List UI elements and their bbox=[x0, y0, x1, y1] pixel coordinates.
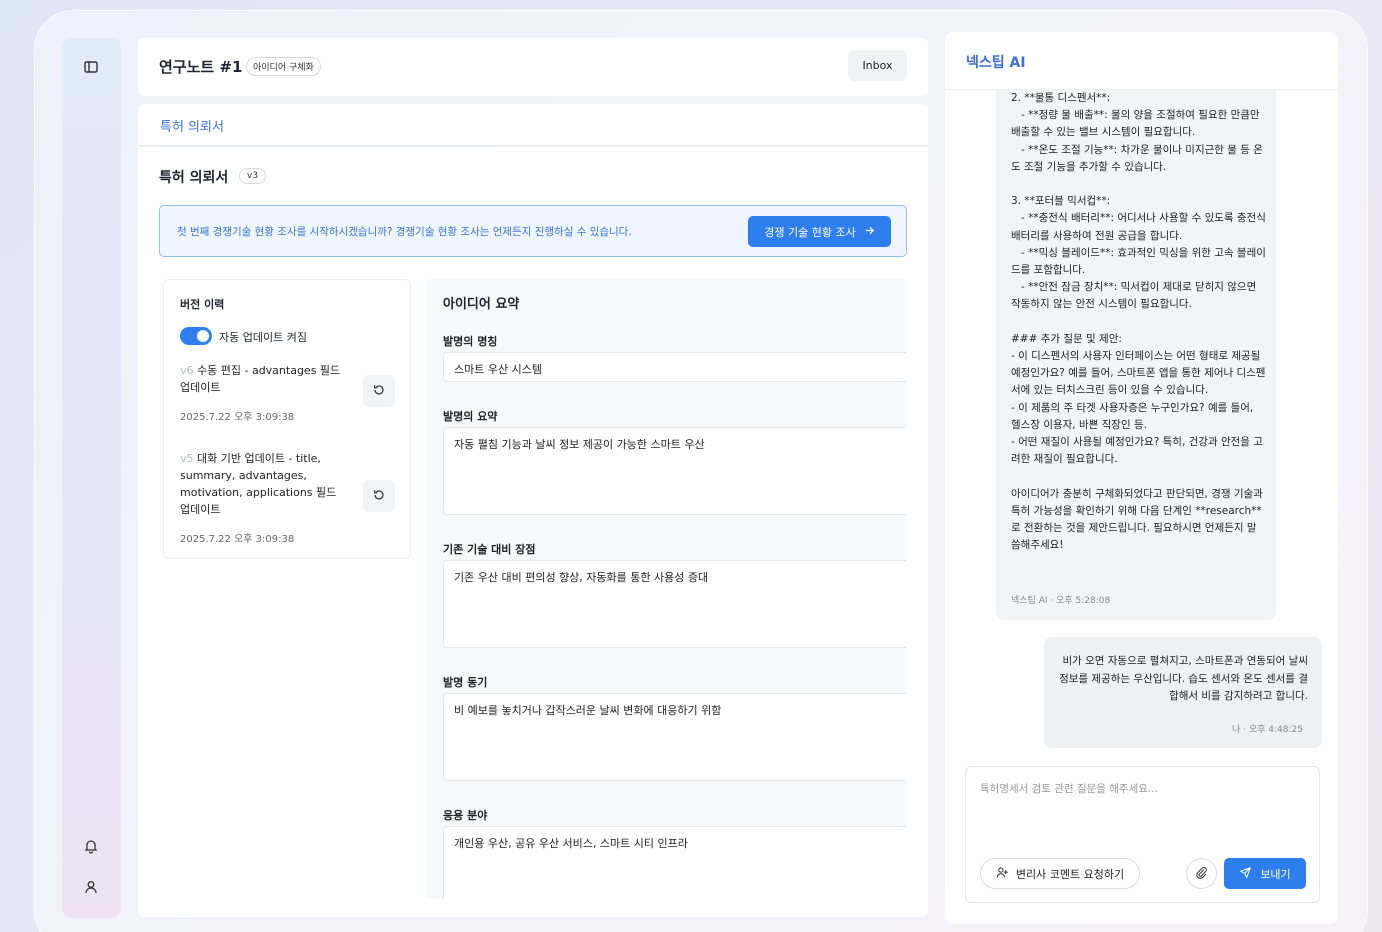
field-label-motivation: 발명 동기 bbox=[443, 676, 488, 689]
chat-title: 넥스팁 AI bbox=[966, 55, 1026, 71]
tab-bar: 특허 의뢰서 bbox=[138, 104, 928, 146]
ai-message-meta: 넥스팁 AI · 오후 5:28:08 bbox=[1011, 596, 1111, 606]
tab-patent-request[interactable]: 특허 의뢰서 bbox=[160, 116, 224, 135]
bell-icon[interactable] bbox=[83, 838, 101, 856]
competitive-research-button[interactable]: 경쟁 기술 현황 조사 bbox=[748, 216, 891, 247]
auto-update-label: 자동 업데이트 켜짐 bbox=[219, 331, 307, 344]
restore-version-button[interactable] bbox=[363, 375, 395, 407]
version-history-title: 버전 이력 bbox=[180, 298, 225, 311]
section-title: 특허 의뢰서 bbox=[159, 170, 229, 186]
paperclip-icon bbox=[1195, 866, 1208, 882]
field-label-applications: 응용 분야 bbox=[443, 809, 488, 822]
notice-text: 첫 번째 경쟁기술 현황 조사를 시작하시겠습니까? 경쟁기술 현황 조사는 언… bbox=[177, 226, 632, 238]
page-header: 연구노트 #1 아이디어 구체화 Inbox bbox=[138, 38, 928, 96]
motivation-field[interactable]: 비 예보를 놓치거나 갑작스러운 날씨 변화에 대응하기 위함 bbox=[443, 693, 906, 781]
notice-banner: 첫 번째 경쟁기술 현황 조사를 시작하시겠습니까? 경쟁기술 현황 조사는 언… bbox=[159, 205, 907, 257]
version-number: v6 bbox=[180, 364, 194, 377]
version-entry: v6 수동 편집 - advantages 필드 업데이트 bbox=[180, 362, 348, 396]
idea-summary-title: 아이디어 요약 bbox=[443, 297, 520, 312]
version-desc: 수동 편집 - advantages 필드 업데이트 bbox=[180, 364, 341, 394]
user-icon[interactable] bbox=[83, 879, 101, 897]
stage-badge: 아이디어 구체화 bbox=[246, 57, 321, 76]
field-label-summary: 발명의 요약 bbox=[443, 410, 498, 423]
restore-icon bbox=[372, 383, 386, 400]
user-message: 비가 오면 자동으로 펼쳐지고, 스마트폰과 연동되어 날씨 정보를 제공하는 … bbox=[1044, 637, 1322, 748]
user-message-text: 비가 오면 자동으로 펼쳐지고, 스마트폰과 연동되어 날씨 정보를 제공하는 … bbox=[1059, 655, 1308, 702]
inbox-button[interactable]: Inbox bbox=[848, 50, 907, 81]
version-number: v5 bbox=[180, 452, 194, 465]
ai-message: 2. **물통 디스펜서**: - **정량 물 배출**: 물의 양을 조절하… bbox=[996, 90, 1276, 620]
send-button[interactable]: 보내기 bbox=[1224, 858, 1306, 889]
version-time: 2025.7.22 오후 3:09:38 bbox=[180, 534, 295, 545]
ai-chat-panel: 넥스팁 AI 2. **물통 디스펜서**: - **정량 물 배출**: 물의… bbox=[945, 32, 1338, 924]
restore-version-button[interactable] bbox=[363, 480, 395, 512]
auto-update-toggle[interactable] bbox=[180, 327, 212, 345]
request-attorney-comment-button[interactable]: 변리사 코멘트 요청하기 bbox=[980, 858, 1140, 889]
version-badge: v3 bbox=[239, 168, 267, 184]
applications-field[interactable]: 개인용 우산, 공유 우산 서비스, 스마트 시티 인프라 bbox=[443, 826, 906, 899]
restore-icon bbox=[372, 488, 386, 505]
field-label-title: 발명의 명칭 bbox=[443, 335, 498, 348]
invention-summary-field[interactable]: 자동 펼침 기능과 날씨 정보 제공이 가능한 스마트 우산 bbox=[443, 427, 906, 515]
competitive-research-label: 경쟁 기술 현황 조사 bbox=[764, 225, 856, 239]
arrow-right-icon bbox=[864, 225, 875, 239]
version-time: 2025.7.22 오후 3:09:38 bbox=[180, 412, 295, 423]
advantages-field[interactable]: 기존 우산 대비 편의성 향상, 자동화를 통한 사용성 증대 bbox=[443, 560, 906, 648]
version-entry: v5 대화 기반 업데이트 - title, summary, advantag… bbox=[180, 450, 348, 518]
version-history-panel: 버전 이력 자동 업데이트 켜짐 v6 수동 편집 - advantages 필… bbox=[163, 279, 411, 559]
user-message-meta: 나 · 오후 4:48:25 bbox=[1232, 725, 1303, 735]
field-label-advantages: 기존 기술 대비 장점 bbox=[443, 543, 536, 556]
chat-input[interactable]: 특허명세서 검토 관련 질문을 해주세요... bbox=[980, 781, 1158, 796]
user-plus-icon bbox=[996, 866, 1009, 882]
attach-button[interactable] bbox=[1186, 858, 1217, 889]
chat-composer: 특허명세서 검토 관련 질문을 해주세요... 변리사 코멘트 요청하기 보내기 bbox=[965, 766, 1320, 903]
ai-message-text: 2. **물통 디스펜서**: - **정량 물 배출**: 물의 양을 조절하… bbox=[1011, 92, 1266, 552]
version-desc: 대화 기반 업데이트 - title, summary, advantages,… bbox=[180, 452, 337, 516]
page-title: 연구노트 #1 bbox=[159, 58, 243, 76]
sidebar-rail bbox=[62, 38, 121, 918]
send-label: 보내기 bbox=[1260, 867, 1291, 881]
sidebar-toggle-icon[interactable] bbox=[83, 59, 101, 77]
idea-summary-panel: 아이디어 요약 발명의 명칭 스마트 우산 시스템 발명의 요약 자동 펼침 기… bbox=[426, 279, 906, 899]
send-icon bbox=[1239, 866, 1252, 882]
main-panel: 특허 의뢰서 v3 첫 번째 경쟁기술 현황 조사를 시작하시겠습니까? 경쟁기… bbox=[138, 147, 928, 917]
invention-title-field[interactable]: 스마트 우산 시스템 bbox=[443, 352, 906, 382]
attorney-button-label: 변리사 코멘트 요청하기 bbox=[1015, 867, 1125, 881]
